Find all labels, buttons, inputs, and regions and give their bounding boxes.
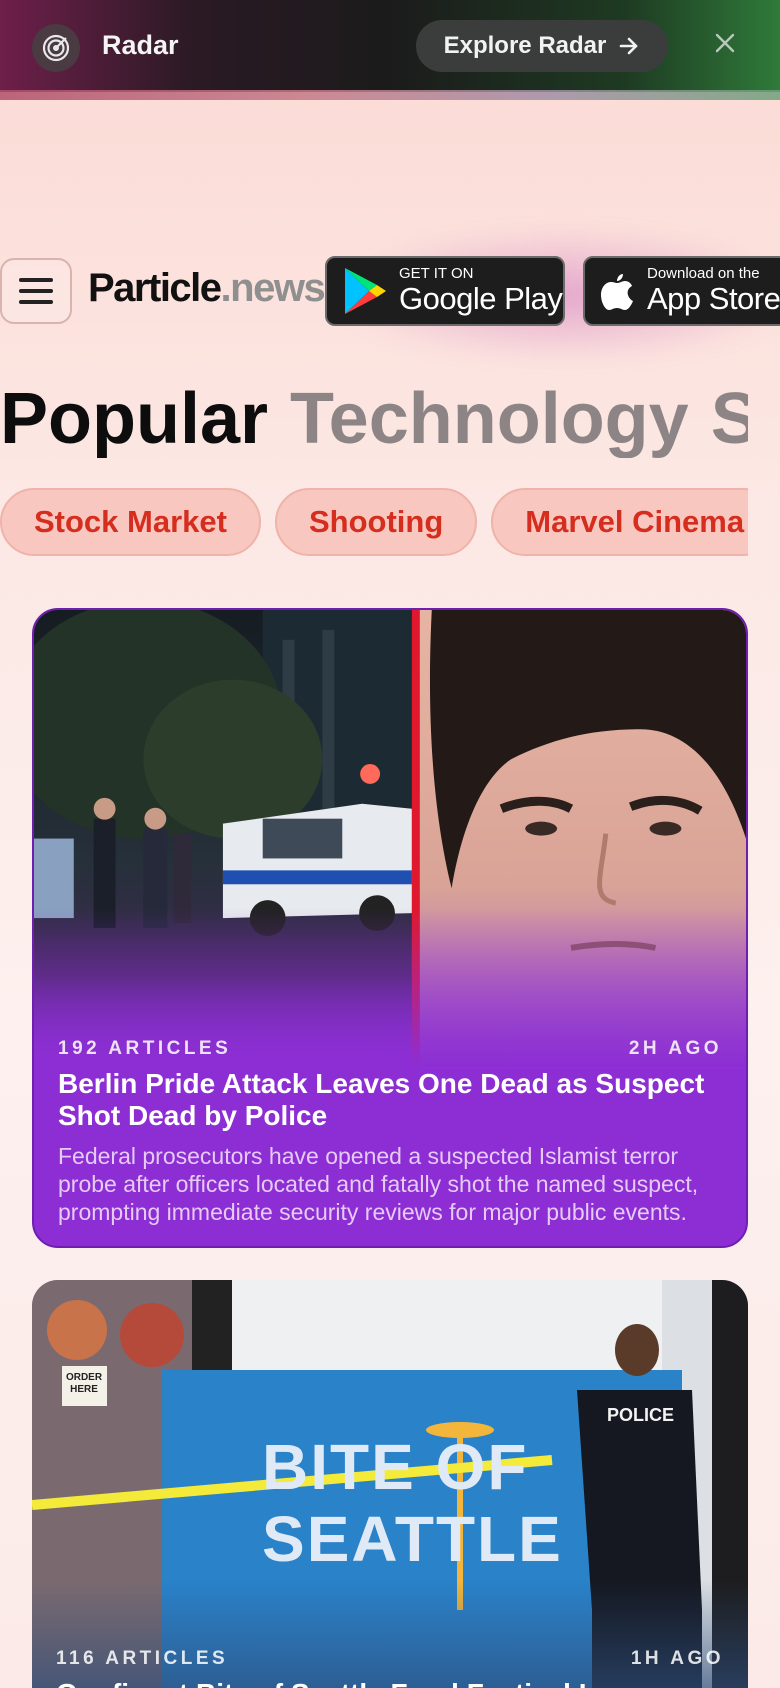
arrow-right-icon bbox=[620, 37, 638, 55]
site-header: Particle.news GET IT ON Google Play Down… bbox=[0, 256, 780, 328]
brand-main: Particle bbox=[88, 266, 222, 310]
brand-logo[interactable]: Particle.news bbox=[88, 266, 326, 311]
chip-marvel-cinema[interactable]: Marvel Cinema bbox=[491, 488, 748, 556]
brand-suffix: .news bbox=[220, 266, 326, 310]
story-title[interactable]: Gunfire at Bite of Seattle Food Festival… bbox=[56, 1678, 728, 1688]
google-play-big-text: Google Play bbox=[399, 281, 563, 316]
google-play-small-text: GET IT ON bbox=[399, 265, 474, 282]
radar-icon bbox=[32, 24, 80, 72]
tab-popular[interactable]: Popular bbox=[0, 379, 268, 458]
officer-vest-text: POLICE bbox=[607, 1405, 675, 1425]
story-card[interactable]: ORDER HERE BITE OF SEATTLE POLICE 116 AR… bbox=[32, 1280, 748, 1688]
story-age: 2H AGO bbox=[628, 1038, 722, 1059]
story-card[interactable]: 192 ARTICLES 2H AGO Berlin Pride Attack … bbox=[32, 608, 748, 1248]
hamburger-menu-icon[interactable] bbox=[0, 258, 72, 324]
app-store-big-text: App Store bbox=[647, 281, 780, 316]
app-store-small-text: Download on the bbox=[647, 265, 760, 282]
explore-radar-button[interactable]: Explore Radar bbox=[416, 20, 668, 72]
radar-banner: Radar Explore Radar bbox=[0, 0, 780, 100]
category-tabs: Popular Technology S bbox=[0, 378, 748, 458]
google-play-button[interactable]: GET IT ON Google Play bbox=[325, 256, 565, 326]
close-icon[interactable] bbox=[712, 30, 738, 56]
article-count: 116 ARTICLES bbox=[56, 1648, 229, 1669]
story-title[interactable]: Berlin Pride Attack Leaves One Dead as S… bbox=[58, 1068, 726, 1132]
banner-text-1: BITE OF bbox=[262, 1431, 529, 1503]
radar-title: Radar bbox=[102, 30, 179, 60]
article-count: 192 ARTICLES bbox=[58, 1038, 232, 1059]
story-summary: Federal prosecutors have opened a suspec… bbox=[58, 1143, 699, 1225]
chip-shooting[interactable]: Shooting bbox=[274, 488, 478, 556]
banner-text-2: SEATTLE bbox=[262, 1503, 563, 1575]
story-meta: 192 ARTICLES 2H AGO bbox=[58, 1038, 722, 1060]
chip-stock-market[interactable]: Stock Market bbox=[0, 488, 261, 556]
sign-text: ORDER HERE bbox=[65, 1372, 103, 1395]
apple-icon bbox=[601, 274, 633, 310]
tab-technology[interactable]: Technology bbox=[290, 379, 689, 458]
story-age: 1H AGO bbox=[630, 1648, 724, 1669]
topic-chips: Stock Market Shooting Marvel Cinema bbox=[0, 488, 748, 558]
explore-radar-label: Explore Radar bbox=[443, 32, 607, 59]
google-play-icon bbox=[345, 268, 386, 314]
app-store-button[interactable]: Download on the App Store bbox=[583, 256, 780, 326]
tab-next[interactable]: S bbox=[711, 379, 748, 458]
story-meta: 116 ARTICLES 1H AGO bbox=[56, 1648, 724, 1670]
